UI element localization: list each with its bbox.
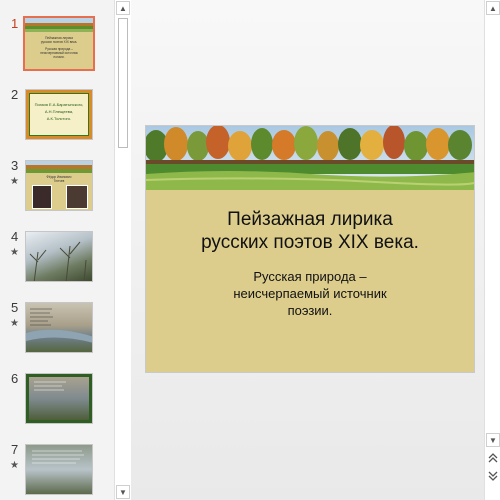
slide-thumbnail-2[interactable]: 2 Поэзия Е.А.Баратынского, А.Н.Плещеева,… bbox=[0, 87, 114, 159]
thumb-title-line: Поэзия Е.А.Баратынского, bbox=[34, 102, 84, 107]
current-slide[interactable]: Пейзажная лирика русских поэтов XIX века… bbox=[145, 125, 475, 373]
slide-subtitle-line: поэзии. bbox=[287, 303, 333, 318]
text-lines bbox=[32, 450, 84, 464]
slide-subtitle[interactable]: Русская природа – неисчерпаемый источник… bbox=[206, 268, 414, 319]
slide-number: 4 bbox=[11, 229, 19, 244]
slide-thumbnail-3[interactable]: 3 ★ Фёдор Иванович Тютчев bbox=[0, 158, 114, 230]
scroll-down-button[interactable]: ▼ bbox=[486, 433, 500, 447]
scroll-up-button[interactable]: ▲ bbox=[116, 1, 130, 15]
landscape-banner-image bbox=[146, 126, 474, 190]
slides-panel: 1 Пейзажная лирика русских поэтов XIX ве… bbox=[0, 0, 114, 500]
slide-number: 2 bbox=[11, 87, 19, 102]
slides-panel-scrollbar[interactable]: ▲ ▼ bbox=[114, 0, 131, 500]
slide-preview[interactable]: Поэзия Е.А.Баратынского, А.Н.Плещеева, А… bbox=[25, 89, 93, 140]
editor-scrollbar[interactable]: ▲ ▼ bbox=[484, 0, 500, 500]
slide-thumbnail-5[interactable]: 5 ★ bbox=[0, 300, 114, 372]
river-landscape-image bbox=[26, 308, 92, 343]
slide-preview[interactable]: Фёдор Иванович Тютчев bbox=[25, 160, 93, 211]
double-chevron-up-icon bbox=[488, 453, 498, 463]
slide-text-box bbox=[29, 93, 89, 136]
portrait-image bbox=[66, 185, 88, 209]
scrollbar-thumb[interactable] bbox=[118, 18, 128, 148]
slide-thumbnail-1[interactable]: 1 Пейзажная лирика русских поэтов XIX ве… bbox=[0, 16, 114, 88]
slide-thumbnail-7[interactable]: 7 ★ bbox=[0, 442, 114, 500]
text-lines bbox=[34, 381, 66, 391]
slide-preview[interactable] bbox=[25, 444, 93, 495]
slide-number: 6 bbox=[11, 371, 19, 386]
previous-slide-button[interactable] bbox=[486, 452, 500, 466]
slide-number: 7 bbox=[11, 442, 19, 457]
slide-title-line: Пейзажная лирика bbox=[227, 209, 393, 230]
slide-subtitle-line: Русская природа – bbox=[253, 269, 367, 284]
thumb-title-line: Тютчев bbox=[53, 179, 65, 183]
slide-preview[interactable]: Пейзажная лирика русских поэтов XIX века… bbox=[23, 16, 95, 71]
slide-preview[interactable] bbox=[25, 231, 93, 282]
thumb-title-line: А.Н.Плещеева, bbox=[44, 109, 74, 114]
slide-thumbnail-6[interactable]: 6 bbox=[0, 371, 114, 443]
slide-thumbnail-4[interactable]: 4 ★ bbox=[0, 229, 114, 301]
scroll-down-button[interactable]: ▼ bbox=[116, 485, 130, 499]
portrait-image bbox=[32, 185, 52, 209]
landscape-banner-image bbox=[26, 161, 92, 173]
next-slide-button[interactable] bbox=[486, 470, 500, 484]
winter-trees-image bbox=[29, 241, 87, 281]
slide-preview[interactable] bbox=[25, 373, 93, 424]
scroll-up-button[interactable]: ▲ bbox=[486, 1, 500, 15]
slide-number: 3 bbox=[11, 158, 19, 173]
animation-star-icon: ★ bbox=[10, 176, 19, 187]
animation-star-icon: ★ bbox=[10, 247, 19, 258]
animation-star-icon: ★ bbox=[10, 460, 19, 471]
slide-title[interactable]: Пейзажная лирика русских поэтов XIX века… bbox=[166, 208, 454, 254]
slide-editor: Пейзажная лирика русских поэтов XIX века… bbox=[131, 0, 484, 500]
thumb-title-line: русских поэтов XIX века. bbox=[40, 40, 78, 44]
slide-number: 1 bbox=[11, 16, 19, 31]
double-chevron-down-icon bbox=[488, 471, 498, 481]
landscape-banner-image bbox=[25, 18, 93, 32]
slide-subtitle-line: неисчерпаемый источник bbox=[233, 286, 387, 301]
thumb-title-line: А.К.Толстого. bbox=[46, 116, 72, 121]
slide-number: 5 bbox=[11, 300, 19, 315]
animation-star-icon: ★ bbox=[10, 318, 19, 329]
slide-preview[interactable] bbox=[25, 302, 93, 353]
thumb-subtitle-line: поэзии. bbox=[53, 55, 65, 59]
slide-title-line: русских поэтов XIX века. bbox=[201, 232, 419, 253]
